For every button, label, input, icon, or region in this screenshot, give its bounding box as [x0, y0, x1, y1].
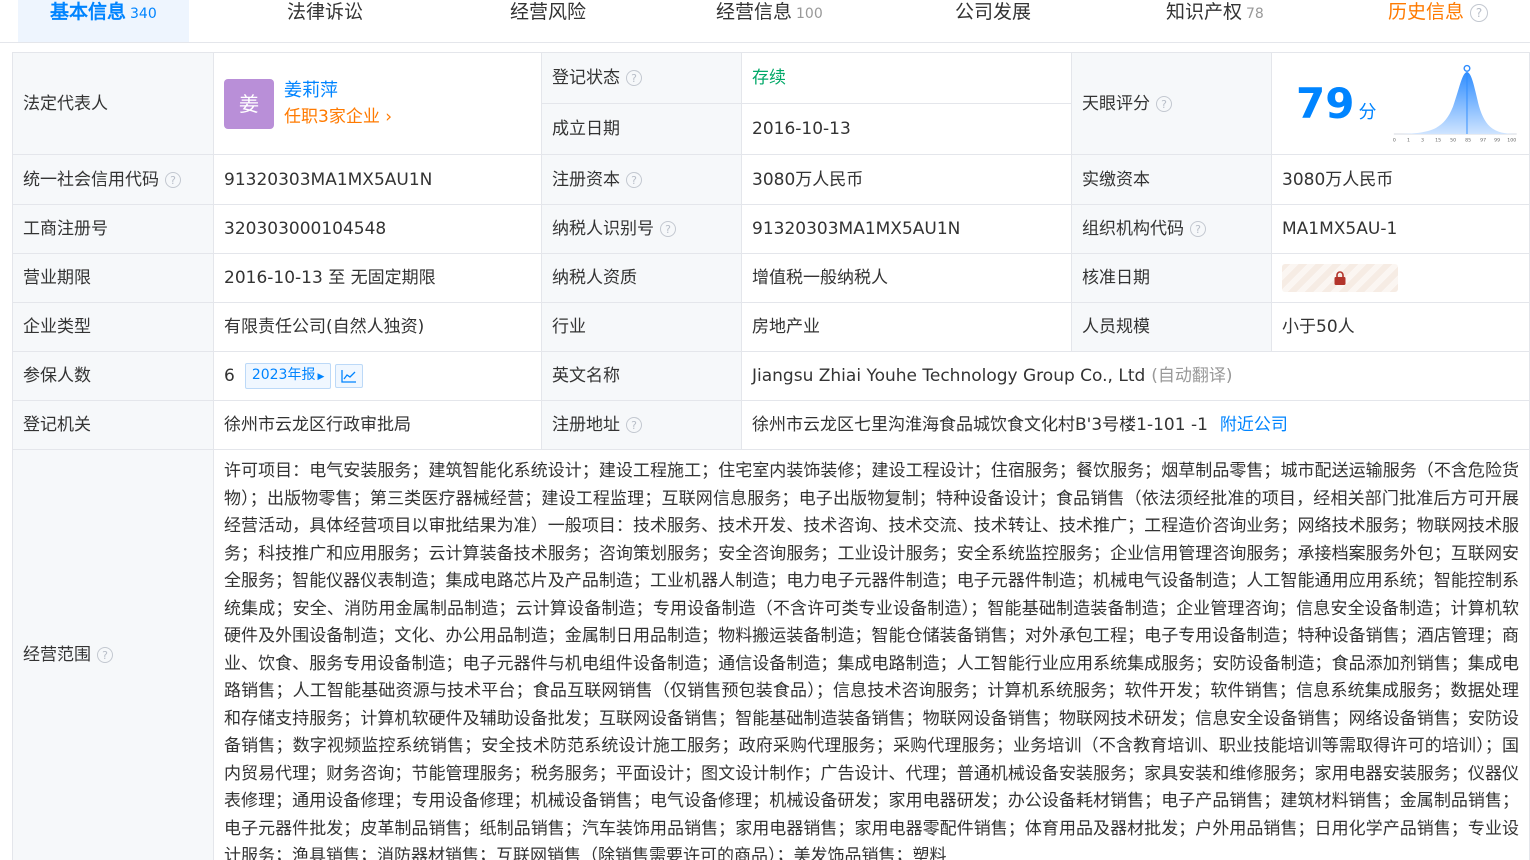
- tab-operation[interactable]: 经营信息 100: [716, 0, 823, 42]
- biz-term-label: 营业期限: [12, 254, 214, 303]
- reg-status-value: 存续: [742, 53, 1072, 104]
- tab-count: 78: [1246, 6, 1264, 22]
- reg-address-cell: 徐州市云龙区七里沟淮海食品城饮食文化村B'3号楼1-101 -1 附近公司: [742, 401, 1530, 450]
- approve-date-label: 核准日期: [1072, 254, 1272, 303]
- annual-report-button[interactable]: 2023年报 ▶: [244, 363, 332, 389]
- reg-capital-label: 注册资本?: [542, 155, 742, 205]
- legal-rep-name[interactable]: 姜莉萍: [284, 77, 392, 104]
- reg-authority-label: 登记机关: [12, 401, 214, 450]
- score-axis-tick: 1: [1407, 137, 1410, 143]
- tab-ip[interactable]: 知识产权 78: [1166, 0, 1264, 42]
- legal-rep-cell: 姜 姜莉萍 任职3家企业 ›: [214, 53, 542, 155]
- score-axis-tick: 0: [1393, 137, 1396, 143]
- help-icon[interactable]: ?: [1190, 221, 1206, 237]
- taxpayer-qual-value: 增值税一般纳税人: [742, 254, 1072, 303]
- tab-label: 基本信息: [50, 1, 127, 23]
- tab-label: 经营风险: [510, 1, 587, 23]
- chevron-right-icon: ›: [379, 106, 393, 127]
- company-type-value: 有限责任公司(自然人独资): [214, 303, 542, 352]
- help-icon[interactable]: ?: [626, 70, 642, 86]
- credit-code-value: 91320303MA1MX5AU1N: [214, 155, 542, 205]
- help-icon[interactable]: ?: [626, 171, 642, 188]
- tab-development[interactable]: 公司发展: [955, 0, 1031, 42]
- nearby-companies-link[interactable]: 附近公司: [1220, 414, 1288, 436]
- basic-info-table: 法定代表人 姜 姜莉萍 任职3家企业 › 登记状态? 存续 成立日期 2016-…: [12, 52, 1530, 860]
- biz-reg-no-label: 工商注册号: [12, 205, 214, 254]
- company-type-label: 企业类型: [12, 303, 214, 352]
- help-icon[interactable]: ?: [1156, 95, 1172, 112]
- legal-rep-companies-link[interactable]: 任职3家企业 ›: [284, 104, 392, 131]
- score-axis-tick: 3: [1422, 137, 1425, 143]
- locked-value[interactable]: [1282, 264, 1398, 292]
- trend-chart-button[interactable]: [335, 364, 364, 388]
- tab-risk[interactable]: 经营风险: [510, 0, 586, 42]
- paid-capital-value: 3080万人民币: [1272, 155, 1530, 205]
- approve-date-cell: [1272, 254, 1530, 303]
- tab-basic-info[interactable]: 基本信息 340: [18, 0, 189, 42]
- score-distribution-chart: 0 1 3 15 50 85 97 99 100: [1393, 64, 1518, 143]
- tab-count: 100: [796, 6, 823, 22]
- tab-label: 公司发展: [955, 1, 1032, 23]
- reg-status-label: 登记状态?: [542, 53, 742, 104]
- reg-address-label: 注册地址?: [542, 401, 742, 450]
- lock-icon: [1334, 271, 1346, 285]
- reg-capital-value: 3080万人民币: [742, 155, 1072, 205]
- staff-size-value: 小于50人: [1272, 303, 1530, 352]
- taxpayer-qual-label: 纳税人资质: [542, 254, 742, 303]
- score-axis-tick: 97: [1481, 137, 1487, 143]
- tab-count: 340: [130, 6, 157, 22]
- score-value: 79 分: [1296, 78, 1377, 128]
- taxpayer-id-value: 91320303MA1MX5AU1N: [742, 205, 1072, 254]
- tab-label: 知识产权: [1166, 1, 1243, 23]
- score-cell[interactable]: 79 分 0 1 3 15 50 85 97 99 100: [1272, 53, 1530, 155]
- taxpayer-id-label: 纳税人识别号?: [542, 205, 742, 254]
- tab-legal[interactable]: 法律诉讼: [287, 0, 363, 42]
- reg-authority-value: 徐州市云龙区行政审批局: [214, 401, 542, 450]
- caret-right-icon: ▶: [317, 372, 325, 382]
- biz-term-value: 2016-10-13 至 无固定期限: [214, 254, 542, 303]
- legal-rep-label: 法定代表人: [12, 53, 214, 155]
- biz-reg-no-value: 320303000104548: [214, 205, 542, 254]
- org-code-value: MA1MX5AU-1: [1272, 205, 1530, 254]
- avatar[interactable]: 姜: [224, 78, 274, 129]
- tab-history[interactable]: 历史信息?: [1388, 0, 1489, 42]
- score-axis-tick: 85: [1466, 137, 1472, 143]
- industry-label: 行业: [542, 303, 742, 352]
- score-axis-tick: 50: [1451, 137, 1457, 143]
- score-axis-tick: 100: [1508, 137, 1517, 143]
- auto-translate-note: (自动翻译): [1151, 366, 1233, 386]
- reg-address-value: 徐州市云龙区七里沟淮海食品城饮食文化村B'3号楼1-101 -1: [752, 415, 1208, 435]
- credit-code-label: 统一社会信用代码?: [12, 155, 214, 205]
- staff-size-label: 人员规模: [1072, 303, 1272, 352]
- help-icon[interactable]: ?: [165, 171, 181, 188]
- help-icon[interactable]: ?: [97, 647, 113, 663]
- org-code-label: 组织机构代码?: [1072, 205, 1272, 254]
- score-axis-tick: 99: [1495, 137, 1501, 143]
- insured-value: 6: [224, 366, 235, 386]
- tab-label: 历史信息: [1388, 1, 1465, 23]
- section-tabs: 基本信息 340 法律诉讼 经营风险 经营信息 100 公司发展 知识产权 78 历史…: [0, 0, 1530, 43]
- english-name-label: 英文名称: [542, 352, 742, 401]
- found-date-value: 2016-10-13: [742, 104, 1072, 155]
- scope-label: 经营范围?: [12, 450, 214, 860]
- help-icon[interactable]: ?: [660, 221, 676, 237]
- score-label: 天眼评分?: [1072, 53, 1272, 155]
- help-icon[interactable]: ?: [626, 417, 642, 433]
- paid-capital-label: 实缴资本: [1072, 155, 1272, 205]
- english-name-cell: Jiangsu Zhiai Youhe Technology Group Co.…: [742, 352, 1530, 401]
- insured-label: 参保人数: [12, 352, 214, 401]
- found-date-label: 成立日期: [542, 104, 742, 155]
- scope-value: 许可项目：电气安装服务；建筑智能化系统设计；建设工程施工；住宅室内装饰装修；建设…: [214, 450, 1530, 860]
- english-name-value: Jiangsu Zhiai Youhe Technology Group Co.…: [752, 366, 1146, 386]
- tab-label: 经营信息: [716, 1, 793, 23]
- line-chart-icon: [341, 370, 357, 383]
- help-icon[interactable]: ?: [1470, 3, 1489, 22]
- score-axis-tick: 15: [1436, 137, 1442, 143]
- insured-cell: 6 2023年报 ▶: [214, 352, 542, 401]
- industry-value: 房地产业: [742, 303, 1072, 352]
- tab-label: 法律诉讼: [287, 1, 364, 23]
